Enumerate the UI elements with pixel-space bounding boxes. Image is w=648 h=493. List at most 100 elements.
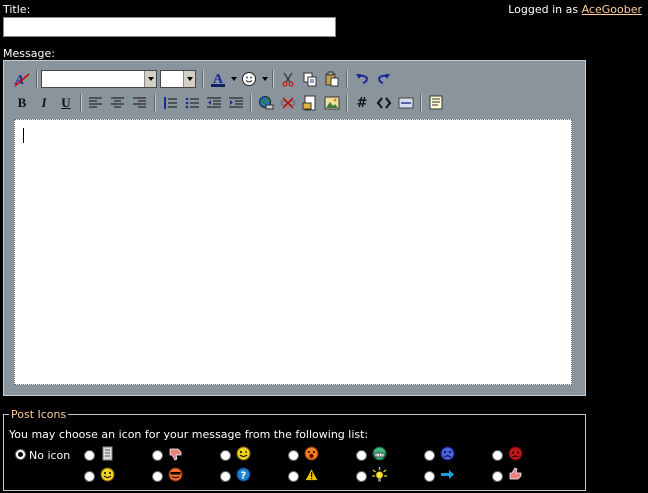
- angry-icon: [304, 446, 319, 461]
- insert-quote-button[interactable]: [425, 93, 447, 113]
- italic-button[interactable]: I: [33, 93, 55, 113]
- icon-radio-smile[interactable]: [84, 471, 95, 482]
- chevron-down-icon: [183, 71, 195, 87]
- insert-file-button[interactable]: [299, 93, 321, 113]
- toolbar-separator: [80, 94, 82, 112]
- question-icon: ?: [236, 467, 251, 482]
- emoticon-button[interactable]: [238, 69, 260, 89]
- insert-image-button[interactable]: [321, 93, 343, 113]
- paste-button[interactable]: [321, 69, 343, 89]
- undo-icon: [356, 74, 369, 84]
- cut-button[interactable]: [277, 69, 299, 89]
- font-color-icon: A: [211, 72, 225, 87]
- font-select[interactable]: [41, 70, 157, 88]
- toolbar-separator: [202, 70, 204, 88]
- bullet-list-icon: [185, 97, 199, 109]
- align-right-button[interactable]: [129, 93, 151, 113]
- align-right-icon: [133, 97, 146, 108]
- remove-format-button[interactable]: A: [11, 69, 33, 89]
- toolbar-separator: [346, 94, 348, 112]
- cool-icon: [168, 467, 183, 482]
- icon-radio-arrow[interactable]: [424, 471, 435, 482]
- text-caret: [23, 128, 24, 143]
- chevron-down-icon: [230, 77, 237, 81]
- icon-radio-thumbs-up[interactable]: [492, 471, 503, 482]
- align-center-icon: [111, 97, 124, 108]
- warning-icon: [304, 467, 319, 481]
- icon-radio-mad[interactable]: [492, 450, 503, 461]
- icon-radio-warning[interactable]: [288, 471, 299, 482]
- numbered-list-button[interactable]: [159, 93, 181, 113]
- align-left-icon: [89, 97, 102, 108]
- grin-icon: [372, 446, 387, 461]
- post-icons-legend: Post Icons: [9, 408, 69, 421]
- message-label: Message:: [3, 47, 55, 60]
- toolbar-row-2: B I U #: [11, 92, 447, 114]
- redo-icon: [377, 74, 390, 84]
- emoticon-dropdown[interactable]: [260, 69, 269, 89]
- copy-icon: [303, 72, 317, 87]
- mad-icon: [508, 446, 523, 461]
- thumbs-up-icon: [509, 467, 522, 480]
- bold-button[interactable]: B: [11, 93, 33, 113]
- icon-radio-smile-wink[interactable]: [220, 450, 231, 461]
- message-textarea[interactable]: [14, 119, 572, 385]
- underline-button[interactable]: U: [55, 93, 77, 113]
- no-icon-label: No icon: [29, 449, 71, 462]
- outdent-icon: [207, 97, 221, 108]
- toolbar-separator: [420, 94, 422, 112]
- copy-button[interactable]: [299, 69, 321, 89]
- icon-radio-angry[interactable]: [288, 450, 299, 461]
- svg-text:?: ?: [241, 471, 247, 482]
- sad-icon: [440, 446, 455, 461]
- arrow-right-icon: [441, 470, 454, 479]
- file-icon: [302, 95, 316, 111]
- insert-php-button[interactable]: [395, 93, 417, 113]
- insert-code-button[interactable]: [373, 93, 395, 113]
- indent-button[interactable]: [225, 93, 247, 113]
- smile-icon: [100, 467, 115, 482]
- rich-text-editor: A A B I U #: [3, 60, 586, 396]
- size-select[interactable]: [160, 70, 196, 88]
- font-color-button[interactable]: A: [207, 69, 229, 89]
- undo-button[interactable]: [351, 69, 373, 89]
- insert-link-button[interactable]: [255, 93, 277, 113]
- post-icons-fieldset: Post Icons You may choose an icon for yo…: [3, 408, 586, 491]
- icon-radio-sad[interactable]: [424, 450, 435, 461]
- insert-hash-button[interactable]: #: [351, 93, 373, 113]
- bullet-list-button[interactable]: [181, 93, 203, 113]
- numbered-list-icon: [164, 97, 177, 109]
- toolbar-separator: [154, 94, 156, 112]
- icon-radio-document[interactable]: [84, 450, 95, 461]
- outdent-button[interactable]: [203, 93, 225, 113]
- align-center-button[interactable]: [107, 93, 129, 113]
- icon-radio-thumbs-down[interactable]: [152, 450, 163, 461]
- login-status: Logged in as AceGoober: [508, 3, 642, 16]
- remove-format-icon: A: [14, 73, 30, 87]
- chevron-down-icon: [144, 71, 156, 87]
- smile-wink-icon: [236, 446, 251, 461]
- title-input[interactable]: [3, 17, 336, 37]
- icon-radio-cool[interactable]: [152, 471, 163, 482]
- paste-icon: [325, 71, 339, 87]
- icon-radio-grin[interactable]: [356, 450, 367, 461]
- toolbar-separator: [346, 70, 348, 88]
- font-color-dropdown[interactable]: [229, 69, 238, 89]
- no-icon-radio[interactable]: [15, 449, 26, 460]
- thumbs-down-icon: [169, 448, 182, 461]
- unlink-icon: [280, 97, 296, 109]
- align-left-button[interactable]: [85, 93, 107, 113]
- chevron-down-icon: [261, 77, 268, 81]
- post-icons-instruction: You may choose an icon for your message …: [9, 428, 369, 441]
- smiley-icon: [242, 72, 256, 86]
- icon-radio-question[interactable]: [220, 471, 231, 482]
- image-icon: [324, 96, 340, 110]
- quote-icon: [429, 95, 443, 110]
- lightbulb-icon: [372, 467, 387, 482]
- globe-link-icon: [259, 96, 274, 110]
- remove-link-button[interactable]: [277, 93, 299, 113]
- redo-button[interactable]: [373, 69, 395, 89]
- icon-radio-lightbulb[interactable]: [356, 471, 367, 482]
- username-link[interactable]: AceGoober: [582, 3, 642, 16]
- toolbar-separator: [272, 70, 274, 88]
